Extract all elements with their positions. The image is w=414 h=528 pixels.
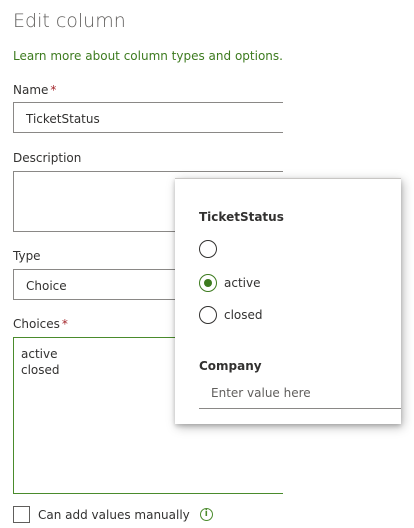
type-select-value: Choice <box>26 279 67 293</box>
value-popup: TicketStatus active closed Company Enter… <box>175 178 401 424</box>
choice-line: closed <box>21 363 60 377</box>
name-input[interactable]: TicketStatus <box>13 102 283 133</box>
company-input[interactable]: Enter value here <box>199 383 401 409</box>
choices-label-text: Choices <box>13 317 60 331</box>
description-label: Description <box>13 151 82 165</box>
manual-values-row: Can add values manually i <box>13 506 213 523</box>
manual-values-checkbox[interactable] <box>13 506 30 523</box>
name-input-value: TicketStatus <box>26 112 100 126</box>
radio-option-active[interactable]: active <box>199 274 260 292</box>
radio-circle[interactable] <box>199 306 217 324</box>
manual-values-label[interactable]: Can add values manually <box>38 508 190 522</box>
radio-circle-selected[interactable] <box>199 274 217 292</box>
name-label-text: Name <box>13 83 49 97</box>
info-icon[interactable]: i <box>199 508 213 521</box>
radio-circle[interactable] <box>199 240 217 258</box>
company-input-placeholder: Enter value here <box>211 386 311 400</box>
choices-lines: active closed <box>14 346 60 378</box>
learn-more-link[interactable]: Learn more about column types and option… <box>13 49 283 63</box>
panel-title: Edit column <box>13 10 126 32</box>
company-label: Company <box>199 359 262 373</box>
radio-option-empty[interactable] <box>199 240 224 258</box>
required-mark: * <box>50 83 57 97</box>
name-label: Name * <box>13 83 56 97</box>
radio-label: active <box>224 276 261 290</box>
radio-label: closed <box>224 308 263 322</box>
choices-label: Choices * <box>13 317 68 331</box>
radio-option-closed[interactable]: closed <box>199 306 263 324</box>
required-mark: * <box>61 317 68 331</box>
type-label: Type <box>13 249 41 263</box>
choice-line: active <box>21 347 58 361</box>
popup-field-label: TicketStatus <box>199 210 284 224</box>
